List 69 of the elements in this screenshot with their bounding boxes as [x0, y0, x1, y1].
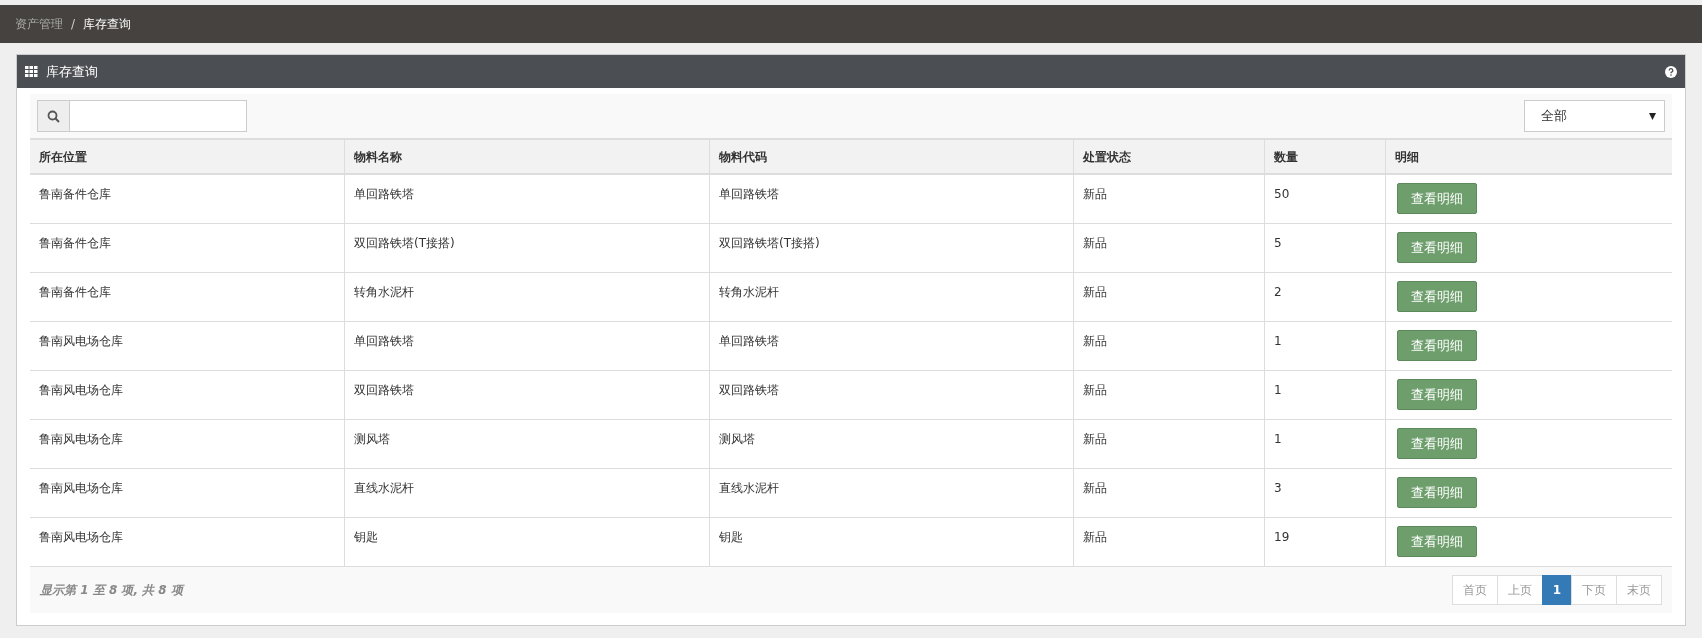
- table-cell: 新品: [1074, 224, 1265, 272]
- table-cell: 直线水泥杆: [710, 469, 1074, 517]
- column-header: 明细: [1394, 148, 1420, 166]
- column-header: 物料代码: [710, 140, 1074, 173]
- column-header: 物料名称: [345, 140, 710, 173]
- view-details-button[interactable]: 查看明细: [1397, 330, 1477, 361]
- table-cell: 鲁南风电场仓库: [30, 420, 345, 468]
- table-cell: 钥匙: [710, 518, 1074, 566]
- table-cell: 50: [1265, 175, 1386, 223]
- view-details-button[interactable]: 查看明细: [1397, 477, 1477, 508]
- table-cell: 新品: [1074, 420, 1265, 468]
- caret-icon: [1649, 112, 1656, 120]
- table-cell: 5: [1265, 224, 1386, 272]
- view-details-button[interactable]: 查看明细: [1397, 232, 1477, 263]
- table-cell: 双回路铁塔(T接搭): [345, 224, 710, 272]
- table-cell: 新品: [1074, 518, 1265, 566]
- breadcrumb-link[interactable]: 库存查询: [83, 15, 132, 33]
- table-cell: 鲁南风电场仓库: [30, 322, 345, 370]
- filter-select[interactable]: 全部: [1524, 100, 1665, 132]
- page-button[interactable]: 下页: [1571, 575, 1617, 605]
- search-field[interactable]: [37, 100, 247, 132]
- table-cell: 鲁南备件仓库: [30, 273, 345, 321]
- help-icon[interactable]: [1665, 65, 1677, 78]
- table-cell: 新品: [1074, 273, 1265, 321]
- table-cell: 新品: [1074, 469, 1265, 517]
- table-cell: 鲁南备件仓库: [30, 175, 345, 223]
- page-button[interactable]: 首页: [1451, 575, 1498, 605]
- view-details-button[interactable]: 查看明细: [1397, 379, 1477, 410]
- breadcrumb-link[interactable]: 资产管理: [15, 15, 63, 33]
- column-header: 数量: [1265, 140, 1386, 173]
- table-cell: 1: [1265, 322, 1386, 370]
- table-cell: 单回路铁塔: [345, 175, 710, 223]
- view-details-button[interactable]: 查看明细: [1397, 526, 1477, 557]
- view-details-button[interactable]: 查看明细: [1397, 183, 1477, 214]
- table-cell: 鲁南风电场仓库: [30, 371, 345, 419]
- search-icon: [47, 109, 60, 123]
- table-cell: 1: [1265, 371, 1386, 419]
- table-cell: 转角水泥杆: [710, 273, 1074, 321]
- column-header: 所在位置: [30, 140, 345, 173]
- table-cell: 新品: [1074, 322, 1265, 370]
- table-cell: 鲁南风电场仓库: [30, 469, 345, 517]
- table-cell: 2: [1265, 273, 1386, 321]
- column-header: 处置状态: [1074, 140, 1265, 173]
- page-button[interactable]: 上页: [1496, 575, 1543, 605]
- table-cell: 双回路铁塔: [710, 371, 1074, 419]
- table-cell: 新品: [1074, 371, 1265, 419]
- grid-icon: [25, 66, 38, 77]
- panel-title: 库存查询: [46, 62, 99, 81]
- table-cell: 新品: [1074, 175, 1265, 223]
- table-cell: 鲁南备件仓库: [30, 224, 345, 272]
- table-cell: 测风塔: [345, 420, 710, 468]
- table-cell: 单回路铁塔: [345, 322, 710, 370]
- view-details-button[interactable]: 查看明细: [1397, 281, 1477, 312]
- table-cell: 3: [1265, 469, 1386, 517]
- table-cell: 转角水泥杆: [345, 273, 710, 321]
- table-cell: 双回路铁塔: [345, 371, 710, 419]
- table-info: 显示第 1 至 8 项, 共 8 项: [40, 582, 183, 599]
- table-cell: 直线水泥杆: [345, 469, 710, 517]
- table-cell: 单回路铁塔: [710, 322, 1074, 370]
- page-button[interactable]: 末页: [1616, 575, 1662, 605]
- table-cell: 双回路铁塔(T接搭): [710, 224, 1074, 272]
- view-details-button[interactable]: 查看明细: [1397, 428, 1477, 459]
- table-cell: 鲁南风电场仓库: [30, 518, 345, 566]
- table-cell: 1: [1265, 420, 1386, 468]
- table-cell: 钥匙: [345, 518, 710, 566]
- table-cell: 测风塔: [710, 420, 1074, 468]
- table-cell: 19: [1265, 518, 1386, 566]
- table-cell: 单回路铁塔: [710, 175, 1074, 223]
- breadcrumb-separator: /: [71, 16, 76, 33]
